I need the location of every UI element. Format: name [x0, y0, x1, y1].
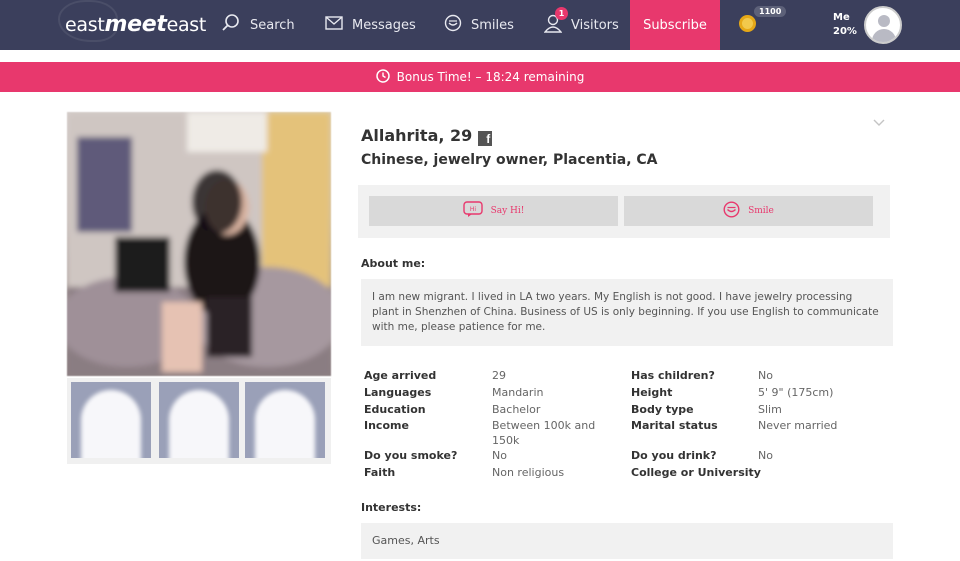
chevron-down-icon[interactable]: [873, 116, 885, 130]
say-hi-label: Say Hi!: [490, 206, 525, 216]
avatar-head-shape: [878, 15, 890, 27]
nav-smiles-label: Smiles: [471, 17, 514, 33]
nav-messages[interactable]: Messages: [325, 0, 416, 50]
detail-label: Income: [364, 419, 409, 432]
smile-icon: [723, 201, 740, 221]
detail-label: Body type: [631, 403, 694, 416]
detail-label: College or University: [631, 466, 761, 479]
logo[interactable]: eastmeeteast: [65, 10, 206, 40]
detail-value: Non religious: [492, 466, 565, 479]
bonus-time-text: Bonus Time! – 18:24 remaining: [396, 70, 585, 84]
top-nav: eastmeeteast Search Messages Smiles Visi…: [0, 0, 960, 50]
facebook-icon[interactable]: f: [478, 131, 493, 146]
placeholder-silhouette: [255, 390, 315, 458]
detail-value: Slim: [758, 403, 782, 416]
detail-value: Bachelor: [492, 403, 541, 416]
envelope-icon: [325, 16, 343, 34]
coin-balance-badge: 1100: [754, 6, 787, 17]
detail-value: Between 100k and 150k: [492, 419, 596, 447]
photo-thumbnail[interactable]: [245, 382, 325, 458]
logo-part-3: east: [166, 14, 207, 36]
detail-label: Faith: [364, 466, 396, 479]
nav-search[interactable]: Search: [221, 0, 295, 50]
profile-subtitle: Chinese, jewelry owner, Placentia, CA: [361, 152, 658, 168]
visitors-count-badge: 1: [555, 7, 568, 20]
logo-part-2: meet: [104, 12, 167, 37]
detail-value: 29: [492, 369, 506, 382]
coin-icon[interactable]: [739, 15, 756, 32]
me-menu[interactable]: Me 20%: [833, 11, 857, 39]
nav-visitors[interactable]: Visitors 1: [543, 0, 619, 50]
detail-label: Marital status: [631, 419, 718, 432]
detail-label: Education: [364, 403, 426, 416]
detail-label: Age arrived: [364, 369, 437, 382]
interests-heading: Interests:: [361, 501, 422, 514]
placeholder-silhouette: [169, 390, 229, 458]
detail-label: Do you drink?: [631, 449, 717, 462]
profile-main-photo[interactable]: [67, 112, 331, 376]
detail-label: Height: [631, 386, 673, 399]
detail-value: No: [492, 449, 507, 462]
me-label: Me: [833, 12, 850, 23]
smile-button[interactable]: Smile: [624, 196, 873, 226]
photo-thumbnail[interactable]: [71, 382, 151, 458]
logo-part-1: east: [65, 14, 105, 36]
smile-icon: [444, 14, 462, 36]
nav-smiles[interactable]: Smiles: [444, 0, 514, 50]
interests-text: Games, Arts: [361, 523, 893, 559]
about-me-text: I am new migrant. I lived in LA two year…: [361, 279, 893, 346]
placeholder-silhouette: [81, 390, 141, 458]
detail-value: Never married: [758, 419, 838, 432]
detail-value: Mandarin: [492, 386, 544, 399]
subscribe-button[interactable]: Subscribe: [630, 0, 720, 50]
detail-label: Languages: [364, 386, 432, 399]
svg-text:Hi: Hi: [469, 206, 476, 213]
detail-label: Has children?: [631, 369, 715, 382]
clock-icon: [375, 68, 390, 86]
about-me-heading: About me:: [361, 257, 426, 270]
nav-visitors-label: Visitors: [571, 17, 619, 33]
bonus-time-banner: Bonus Time! – 18:24 remaining: [0, 62, 960, 92]
action-buttons: Hi Say Hi! Smile: [358, 185, 890, 238]
avatar-body-shape: [872, 29, 896, 42]
avatar[interactable]: [864, 6, 902, 44]
photo-thumbnails: [67, 378, 331, 464]
search-icon: [221, 13, 241, 37]
profile-name-text: Allahrita, 29: [361, 126, 473, 145]
detail-value: 5' 9" (175cm): [758, 386, 834, 399]
photo-thumbnail[interactable]: [159, 382, 239, 458]
say-hi-button[interactable]: Hi Say Hi!: [369, 196, 618, 226]
nav-messages-label: Messages: [352, 17, 416, 33]
profile-completion-percent: 20%: [833, 26, 857, 37]
chat-bubble-icon: Hi: [462, 201, 483, 221]
detail-value: No: [758, 449, 773, 462]
nav-search-label: Search: [250, 17, 295, 33]
profile-name: Allahrita, 29 f: [361, 126, 493, 146]
smile-label: Smile: [748, 206, 774, 216]
detail-value: No: [758, 369, 773, 382]
detail-label: Do you smoke?: [364, 449, 458, 462]
